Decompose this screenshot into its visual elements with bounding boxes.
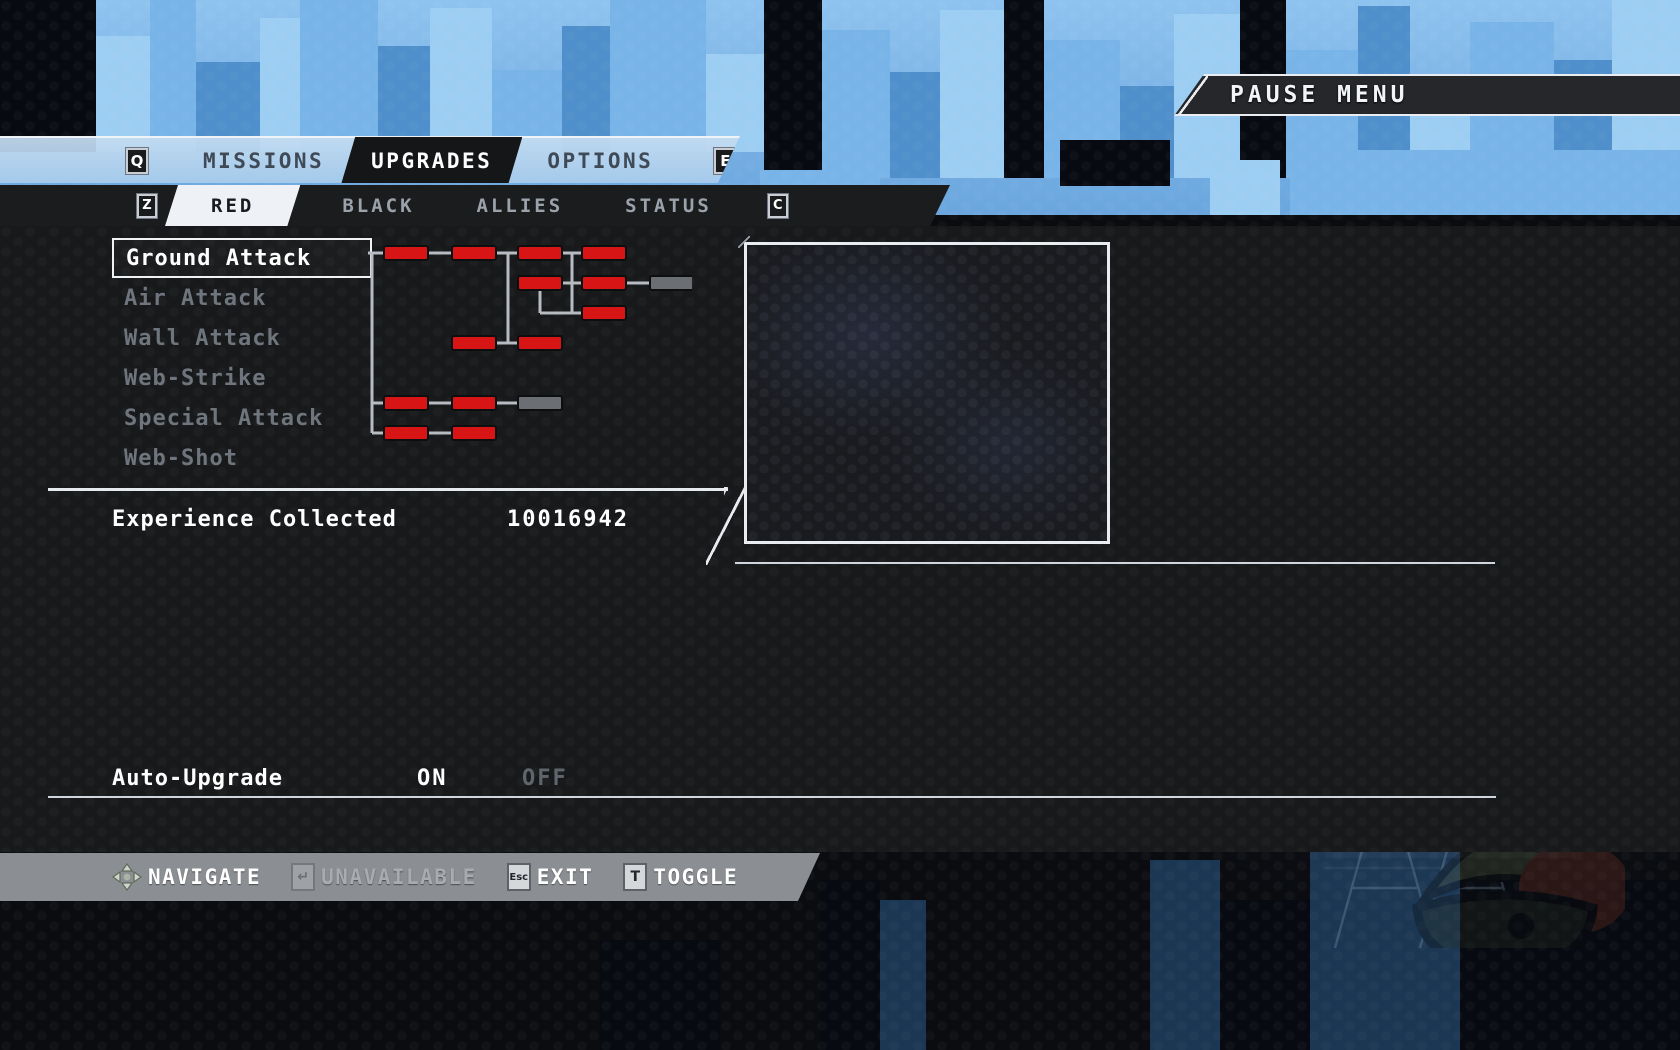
ability-air-attack[interactable]: Air Attack bbox=[112, 278, 362, 318]
upgrades-panel: Ground Attack Air Attack Wall Attack Web… bbox=[0, 226, 1680, 852]
pause-menu-banner: PAUSE MENU bbox=[1174, 74, 1680, 116]
building bbox=[890, 72, 940, 178]
building bbox=[0, 0, 96, 152]
ability-special-attack[interactable]: Special Attack bbox=[112, 398, 362, 438]
upgrade-node-unlocked[interactable] bbox=[581, 275, 627, 291]
auto-upgrade-off-option[interactable]: OFF bbox=[522, 766, 568, 791]
experience-label: Experience Collected bbox=[112, 506, 397, 532]
hint-exit[interactable]: Esc EXIT bbox=[506, 863, 594, 891]
building bbox=[1290, 150, 1680, 216]
building bbox=[764, 0, 822, 178]
building bbox=[822, 30, 890, 178]
building bbox=[1460, 880, 1680, 1050]
key-badge-z[interactable]: Z bbox=[137, 193, 157, 218]
esc-key-icon: Esc bbox=[506, 863, 531, 891]
tab-options[interactable]: OPTIONS bbox=[530, 137, 670, 183]
key-badge-q[interactable]: Q bbox=[126, 147, 148, 174]
ability-web-shot[interactable]: Web-Shot bbox=[112, 438, 362, 478]
upgrade-tree bbox=[362, 226, 692, 456]
building bbox=[880, 900, 926, 1050]
tab-upgrades[interactable]: UPGRADES bbox=[341, 137, 522, 184]
tab-missions[interactable]: MISSIONS bbox=[186, 137, 341, 183]
building bbox=[96, 36, 150, 152]
experience-divider bbox=[48, 487, 756, 555]
building bbox=[1220, 900, 1310, 1050]
upgrade-node-unlocked[interactable] bbox=[383, 245, 429, 261]
upgrade-node-unlocked[interactable] bbox=[581, 305, 627, 321]
upgrade-node-unlocked[interactable] bbox=[451, 245, 497, 261]
upgrade-node-unlocked[interactable] bbox=[517, 335, 563, 351]
hint-unavailable: ↵ UNAVAILABLE bbox=[291, 863, 477, 891]
ability-web-strike[interactable]: Web-Strike bbox=[112, 358, 362, 398]
building bbox=[430, 8, 492, 152]
building bbox=[600, 940, 720, 1050]
upgrade-node-unlocked[interactable] bbox=[581, 245, 627, 261]
primary-tab-bar: Q MISSIONS UPGRADES OPTIONS E bbox=[0, 136, 740, 183]
upgrade-node-locked[interactable] bbox=[649, 275, 692, 291]
experience-row: Experience Collected 10016942 bbox=[112, 501, 732, 537]
ability-list: Ground Attack Air Attack Wall Attack Web… bbox=[112, 238, 372, 478]
upgrade-node-unlocked[interactable] bbox=[451, 395, 497, 411]
upgrade-node-unlocked[interactable] bbox=[383, 425, 429, 441]
building bbox=[300, 0, 378, 152]
key-badge-c[interactable]: C bbox=[767, 193, 788, 218]
hint-toggle[interactable]: T TOGGLE bbox=[623, 863, 738, 891]
t-key-icon: T bbox=[623, 863, 648, 891]
hint-unavailable-label: UNAVAILABLE bbox=[321, 865, 477, 889]
preview-corner-tick bbox=[738, 236, 750, 248]
auto-upgrade-on-option[interactable]: ON bbox=[417, 766, 448, 791]
building bbox=[820, 880, 880, 1050]
upgrade-node-unlocked[interactable] bbox=[517, 245, 563, 261]
hint-exit-label: EXIT bbox=[536, 865, 594, 889]
tab-red[interactable]: RED bbox=[165, 185, 300, 226]
secondary-tab-bar: Z RED BLACK ALLIES STATUS C bbox=[0, 185, 950, 226]
building bbox=[610, 0, 706, 152]
upgrade-preview-panel bbox=[738, 236, 1110, 544]
upgrade-node-unlocked[interactable] bbox=[517, 275, 563, 291]
building bbox=[940, 10, 1004, 178]
tab-black[interactable]: BLACK bbox=[318, 185, 438, 226]
building bbox=[1210, 160, 1280, 216]
building bbox=[1060, 140, 1170, 186]
building bbox=[1004, 0, 1044, 178]
upgrade-node-unlocked[interactable] bbox=[451, 425, 497, 441]
building bbox=[150, 0, 196, 152]
game-screen: PAUSE MENU Q MISSIONS UPGRADES OPTIONS E… bbox=[0, 0, 1680, 1050]
experience-value: 10016942 bbox=[507, 506, 629, 532]
auto-upgrade-row: Auto-Upgrade ON OFF bbox=[112, 760, 712, 796]
hint-navigate-label: NAVIGATE bbox=[148, 865, 262, 889]
ability-wall-attack[interactable]: Wall Attack bbox=[112, 318, 362, 358]
auto-upgrade-label: Auto-Upgrade bbox=[112, 765, 283, 791]
building bbox=[562, 26, 610, 152]
upgrade-node-unlocked[interactable] bbox=[451, 335, 497, 351]
ability-ground-attack[interactable]: Ground Attack bbox=[112, 238, 372, 278]
auto-upgrade-underline bbox=[48, 796, 1496, 798]
pause-menu-title: PAUSE MENU bbox=[1230, 82, 1409, 108]
dpad-arrows-icon bbox=[111, 862, 143, 892]
control-hint-bar: NAVIGATE ↵ UNAVAILABLE Esc EXIT T TOGGLE bbox=[0, 853, 820, 901]
building bbox=[1310, 820, 1460, 1050]
hint-navigate[interactable]: NAVIGATE bbox=[111, 862, 262, 892]
enter-key-icon: ↵ bbox=[291, 863, 316, 891]
tab-allies[interactable]: ALLIES bbox=[453, 185, 588, 226]
hint-toggle-label: TOGGLE bbox=[653, 865, 739, 889]
building bbox=[260, 18, 300, 152]
tab-status[interactable]: STATUS bbox=[601, 185, 736, 226]
experience-underline bbox=[735, 562, 1495, 564]
upgrade-node-locked[interactable] bbox=[517, 395, 563, 411]
upgrade-node-unlocked[interactable] bbox=[383, 395, 429, 411]
building bbox=[1150, 860, 1220, 1050]
